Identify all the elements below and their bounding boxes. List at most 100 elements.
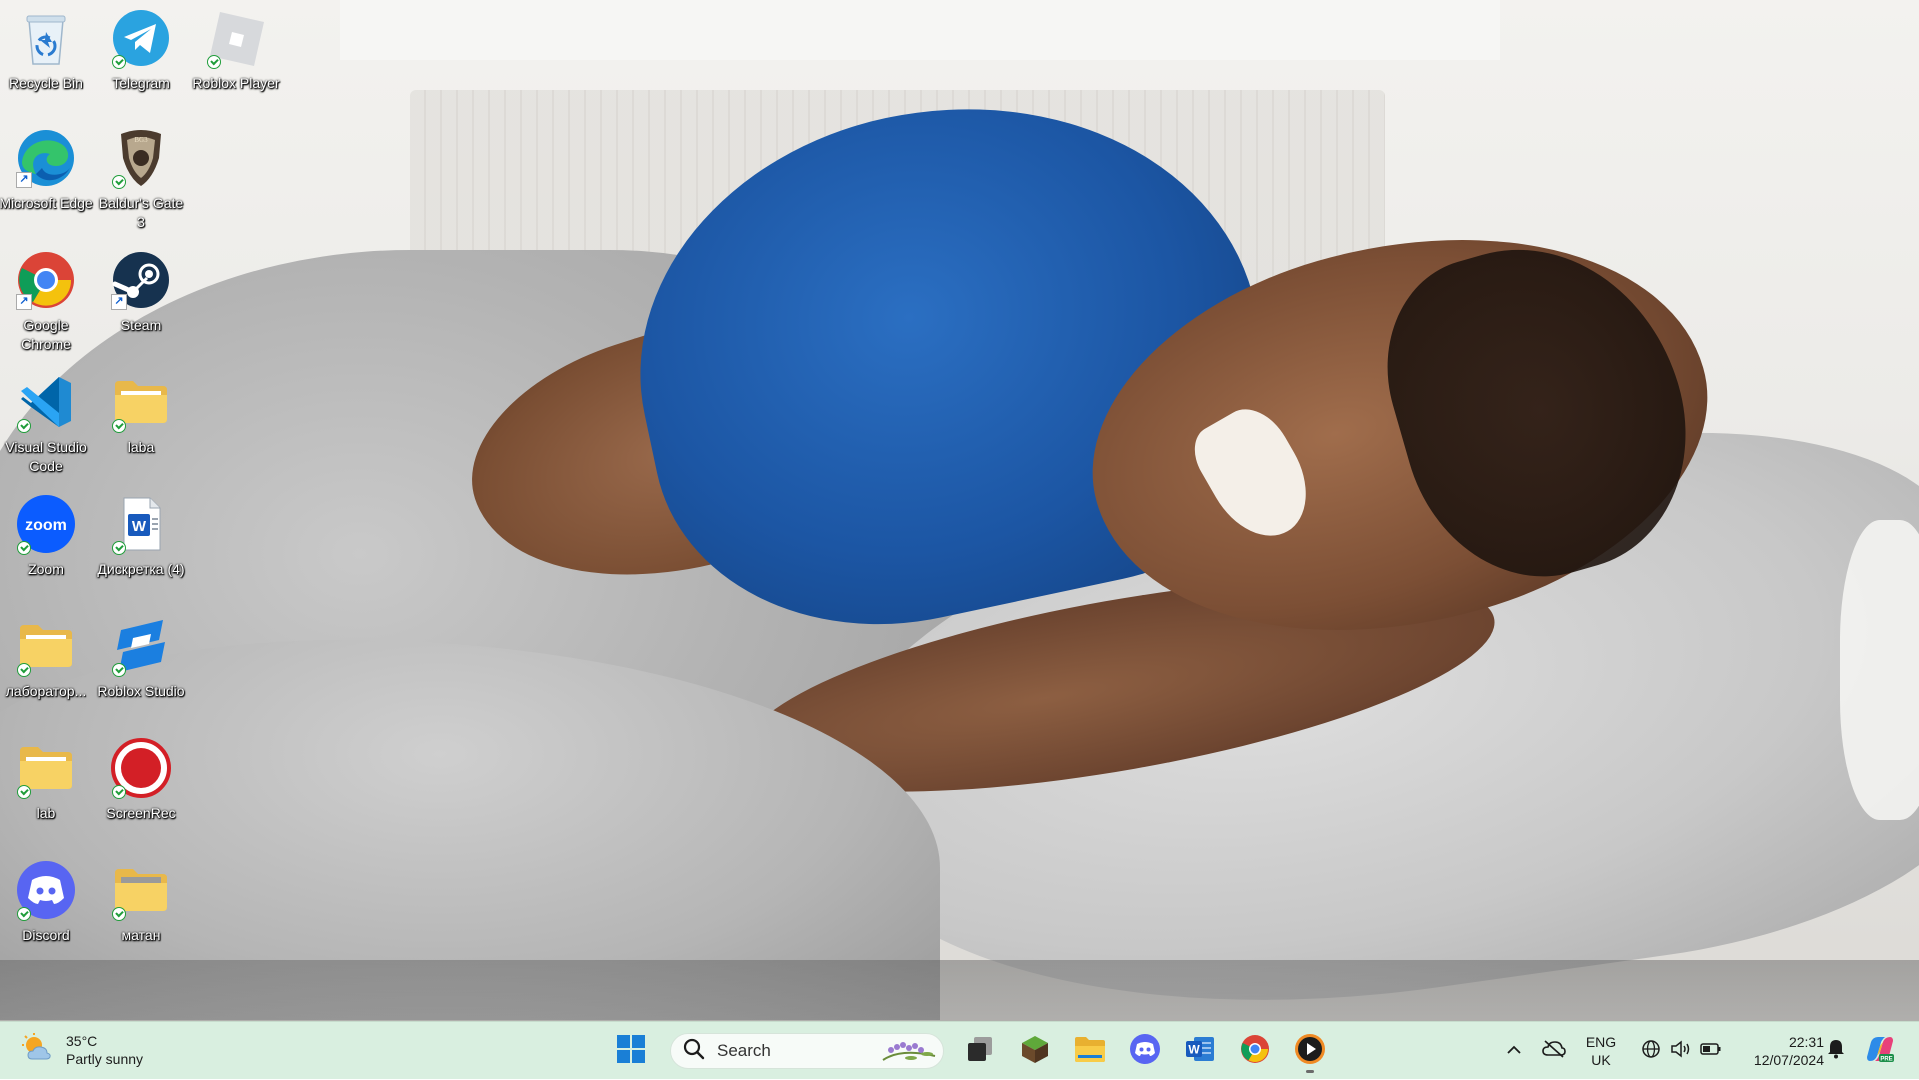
discord-icon	[14, 858, 78, 922]
icon-label: Baldur's Gate 3	[98, 195, 184, 230]
copilot-button[interactable]: PRE	[1858, 1022, 1902, 1080]
desktop-icon-steam[interactable]: ↗ Steam	[95, 248, 187, 335]
svg-text:W: W	[1188, 1042, 1200, 1056]
sync-status-icon	[17, 663, 31, 677]
desktop-icon-laboratory-folder[interactable]: лаборатор...	[0, 614, 92, 701]
desktop-icon-zoom[interactable]: zoom Zoom	[0, 492, 92, 579]
icon-label: Zoom	[28, 561, 64, 577]
icon-label: матан	[121, 927, 161, 943]
icon-label: ScreenRec	[106, 805, 176, 821]
weather-condition: Partly sunny	[66, 1051, 144, 1067]
svg-text:W: W	[132, 518, 147, 535]
cloud-offline-icon	[1542, 1039, 1566, 1063]
taskbar-app-media-player[interactable]	[1286, 1029, 1334, 1073]
steam-icon: ↗	[109, 248, 173, 312]
desktop-icon-discord[interactable]: Discord	[0, 858, 92, 945]
discord-icon	[1129, 1033, 1161, 1070]
sync-status-icon	[17, 785, 31, 799]
desktop-icon-roblox-player[interactable]: Roblox Player	[190, 6, 282, 93]
folder-icon	[109, 858, 173, 922]
running-indicator	[1306, 1070, 1314, 1073]
desktop-icon-google-chrome[interactable]: ↗ Google Chrome	[0, 248, 92, 354]
roblox-studio-icon	[109, 614, 173, 678]
search-icon	[683, 1038, 705, 1065]
shortcut-arrow-icon: ↗	[16, 172, 32, 188]
desktop-icon-visual-studio-code[interactable]: Visual Studio Code	[0, 370, 92, 476]
show-hidden-icons-button[interactable]	[1500, 1022, 1528, 1080]
network-button[interactable]	[1636, 1022, 1666, 1080]
volume-button[interactable]	[1666, 1022, 1696, 1080]
desktop-icon-roblox-studio[interactable]: Roblox Studio	[95, 614, 187, 701]
icon-label: laba	[127, 439, 155, 455]
icon-label: Google Chrome	[21, 317, 71, 352]
notifications-button[interactable]	[1822, 1022, 1850, 1080]
icon-label: Microsoft Edge	[0, 195, 93, 211]
chrome-icon: ↗	[14, 248, 78, 312]
icon-label: Steam	[120, 317, 162, 333]
taskbar-apps: Search W	[607, 1029, 1341, 1073]
folder-icon	[14, 736, 78, 800]
clock-time: 22:31	[1788, 1034, 1824, 1050]
taskbar: 35°C Partly sunny Search W ENG UK 22:31 …	[0, 1021, 1919, 1079]
zoom-logo-text: zoom	[25, 517, 67, 534]
desktop-icon-lab-folder[interactable]: lab	[0, 736, 92, 823]
taskbar-app-file-explorer[interactable]	[1066, 1029, 1114, 1073]
telegram-icon	[109, 6, 173, 70]
icon-label: Дискретка (4)	[97, 561, 185, 577]
desktop-icon-matan-folder[interactable]: матан	[95, 858, 187, 945]
zoom-icon: zoom	[14, 492, 78, 556]
icon-label: Telegram	[112, 75, 170, 91]
icon-label: Roblox Studio	[97, 683, 185, 699]
onedrive-status-button[interactable]	[1536, 1022, 1572, 1080]
svg-text:BG3: BG3	[134, 136, 148, 144]
start-button[interactable]	[607, 1029, 655, 1073]
vscode-icon	[14, 370, 78, 434]
icon-label: Visual Studio Code	[5, 439, 87, 474]
icon-label: Recycle Bin	[9, 75, 83, 91]
language-indicator[interactable]: ENG UK	[1578, 1022, 1624, 1080]
desktop-icon-microsoft-edge[interactable]: ↗ Microsoft Edge	[0, 126, 93, 213]
file-explorer-icon	[1074, 1035, 1106, 1068]
taskbar-app-word[interactable]: W	[1176, 1029, 1224, 1073]
taskbar-app-chrome[interactable]	[1231, 1029, 1279, 1073]
task-view-icon	[966, 1036, 994, 1067]
desktop-icon-recycle-bin[interactable]: Recycle Bin	[0, 6, 92, 93]
shortcut-arrow-icon: ↗	[16, 294, 32, 310]
sync-status-icon	[112, 175, 126, 189]
svg-text:PRE: PRE	[1880, 1056, 1892, 1062]
sync-status-icon	[17, 907, 31, 921]
desktop-icon-laba-folder[interactable]: laba	[95, 370, 187, 457]
desktop-icon-baldurs-gate-3[interactable]: BG3 Baldur's Gate 3	[95, 126, 187, 232]
globe-network-icon	[1641, 1039, 1661, 1064]
desktop-icon-word-document[interactable]: W Дискретка (4)	[95, 492, 187, 579]
weather-widget[interactable]: 35°C Partly sunny	[22, 1032, 143, 1068]
taskbar-app-discord[interactable]	[1121, 1029, 1169, 1073]
sync-status-icon	[112, 419, 126, 433]
icon-label: лаборатор...	[5, 683, 87, 699]
edge-icon: ↗	[14, 126, 78, 190]
word-document-icon: W	[109, 492, 173, 556]
clock-button[interactable]: 22:31 12/07/2024	[1730, 1022, 1824, 1080]
folder-icon	[109, 370, 173, 434]
weather-temperature: 35°C	[66, 1033, 98, 1049]
task-view-button[interactable]	[956, 1029, 1004, 1073]
battery-button[interactable]	[1696, 1022, 1726, 1080]
media-player-icon	[1294, 1033, 1326, 1070]
icon-label: Discord	[22, 927, 70, 943]
desktop-wallpaper	[0, 0, 1919, 1021]
search-placeholder: Search	[717, 1041, 771, 1060]
keyboard-layout: UK	[1591, 1052, 1611, 1068]
sync-status-icon	[17, 419, 31, 433]
desktop-icon-telegram[interactable]: Telegram	[95, 6, 187, 93]
sync-status-icon	[112, 907, 126, 921]
battery-icon	[1700, 1042, 1722, 1061]
chrome-icon	[1240, 1034, 1270, 1069]
sync-status-icon	[112, 55, 126, 69]
taskbar-app-minecraft[interactable]	[1011, 1029, 1059, 1073]
roblox-player-icon	[204, 6, 268, 70]
taskbar-search-box[interactable]: Search	[670, 1033, 944, 1069]
bell-icon	[1827, 1039, 1845, 1064]
desktop-icon-screenrec[interactable]: ScreenRec	[95, 736, 187, 823]
word-icon: W	[1185, 1035, 1215, 1068]
sync-status-icon	[207, 55, 221, 69]
